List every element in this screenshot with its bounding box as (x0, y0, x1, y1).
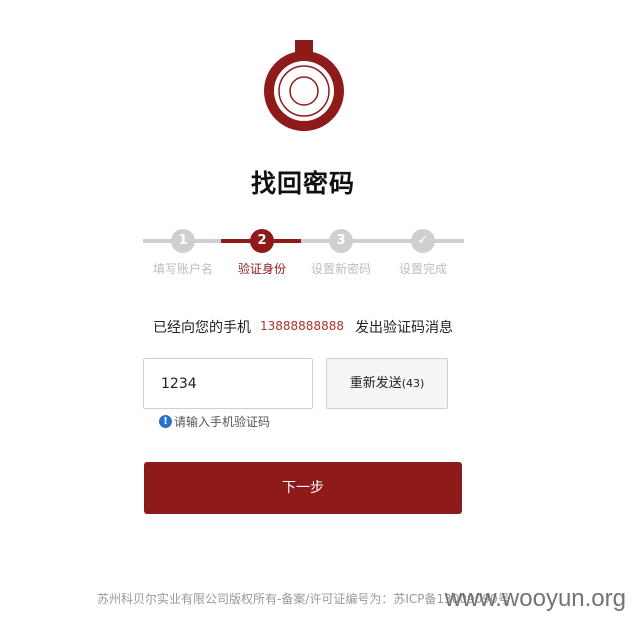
verification-code-input[interactable] (143, 358, 313, 409)
sent-message-prefix: 已经向您的手机 (153, 320, 251, 336)
phone-number: 13888888888 (260, 319, 344, 333)
hint-text: 请输入手机验证码 (174, 415, 271, 429)
next-step-button[interactable]: 下一步 (144, 462, 462, 514)
step-1-label: 填写账户名 (152, 262, 213, 276)
watermark: www.wooyun.org (444, 585, 626, 612)
step-4-check-icon: ✓ (411, 229, 435, 253)
step-2-label: 验证身份 (237, 262, 286, 276)
progress-track-3 (301, 239, 464, 243)
logo-icon (264, 40, 344, 131)
resend-button[interactable]: 重新发送(43) (326, 358, 448, 409)
step-2-circle: 2 (250, 229, 274, 253)
sent-message-suffix: 发出验证码消息 (355, 320, 453, 336)
info-icon: ! (159, 415, 172, 428)
page-title: 找回密码 (250, 169, 355, 198)
step-3-circle: 3 (329, 229, 353, 253)
resend-label: 重新发送 (349, 376, 402, 391)
resend-countdown: (43) (401, 377, 425, 390)
hint-message: ! 请输入手机验证码 (159, 413, 270, 430)
step-4-label: 设置完成 (398, 262, 447, 276)
step-3-label: 设置新密码 (310, 262, 371, 276)
step-1-circle: 1 (171, 229, 195, 253)
